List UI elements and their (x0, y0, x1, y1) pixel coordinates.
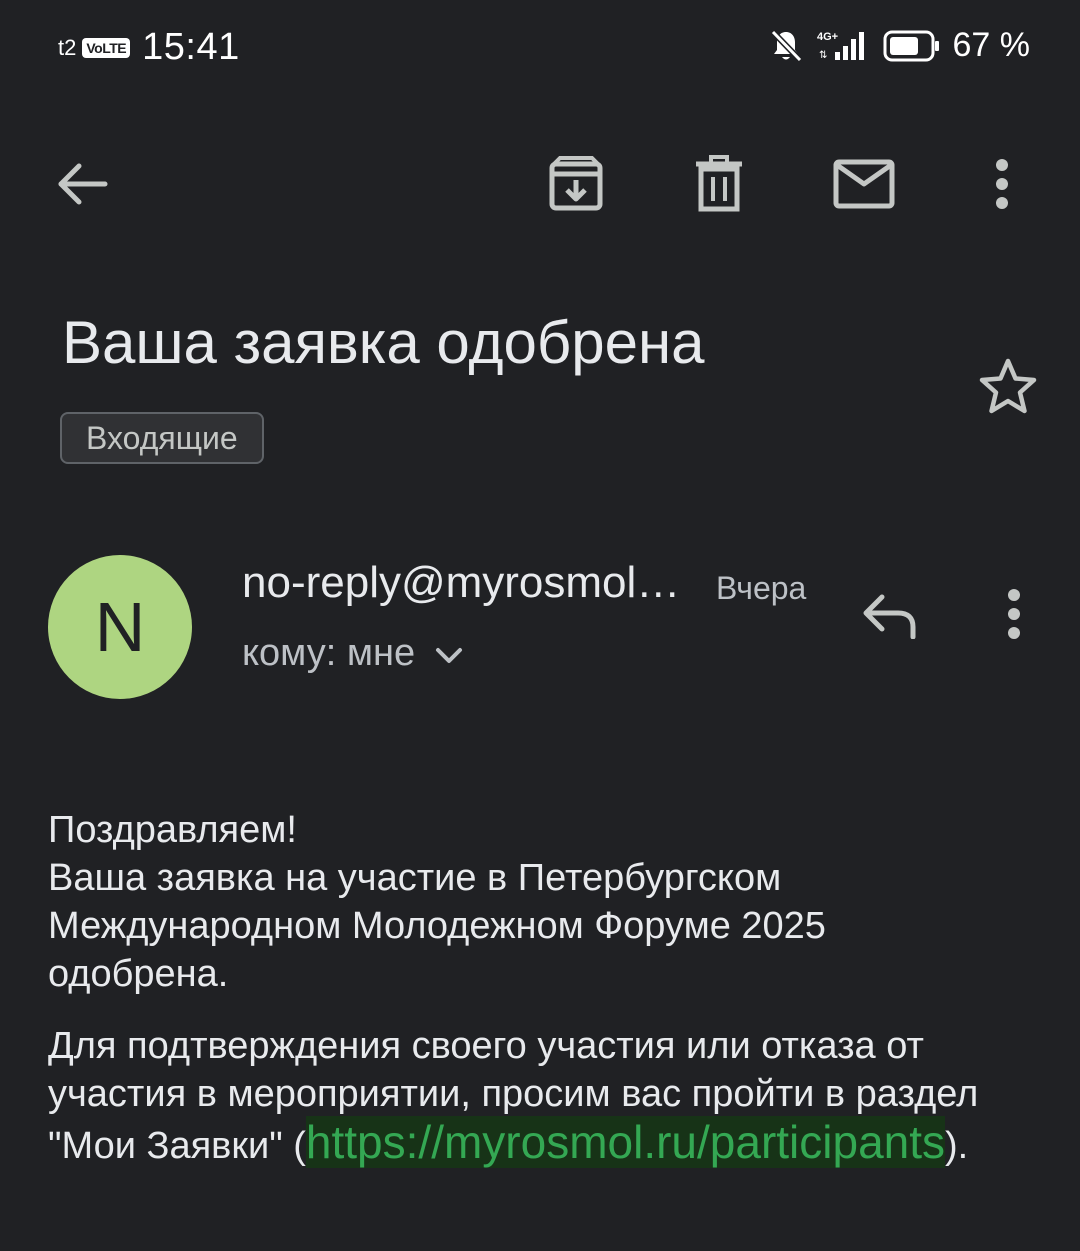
body-greeting: Поздравляем! (48, 809, 297, 851)
email-toolbar (0, 130, 1080, 240)
more-options-button[interactable] (962, 146, 1042, 226)
status-left: t2 VoLTE 15:41 (58, 26, 240, 69)
mark-unread-button[interactable] (824, 146, 904, 226)
sender-address[interactable]: no-reply@myrosmol… (242, 558, 680, 608)
star-button[interactable] (972, 352, 1044, 424)
status-right: 4G+ ⇅ 67 % (769, 26, 1031, 65)
body-instructions-end: ). (945, 1125, 969, 1167)
body-approval-text: Ваша заявка на участие в Петербургском М… (48, 857, 826, 995)
clock: 15:41 (142, 26, 240, 68)
volte-badge: VoLTE (82, 37, 131, 58)
message-more-button[interactable] (976, 576, 1052, 656)
avatar[interactable]: N (48, 555, 192, 699)
bell-off-icon (769, 28, 803, 64)
back-button[interactable] (42, 146, 122, 226)
battery-percent: 67 % (952, 26, 1031, 64)
participants-link[interactable]: https://myrosmol.ru/participants (305, 1116, 946, 1168)
carrier-name: t2 (58, 34, 77, 60)
more-vert-icon (1007, 588, 1021, 645)
reply-icon (862, 593, 918, 644)
inbox-label-chip[interactable]: Входящие (60, 412, 264, 464)
chevron-down-icon (435, 632, 463, 675)
reply-button[interactable] (850, 578, 930, 658)
archive-icon (548, 155, 604, 217)
arrow-back-icon (55, 162, 109, 211)
message-date: Вчера (716, 570, 807, 606)
recipient-details-toggle[interactable]: кому: мне (242, 632, 463, 675)
svg-text:⇅: ⇅ (819, 50, 827, 61)
more-vert-icon (995, 158, 1009, 215)
email-subject: Ваша заявка одобрена (62, 309, 705, 376)
svg-text:4G+: 4G+ (817, 31, 838, 43)
signal-4g-icon: 4G+ ⇅ (817, 28, 869, 64)
email-body: Поздравляем! Ваша заявка на участие в Пе… (48, 806, 1048, 1170)
delete-button[interactable] (679, 146, 759, 226)
mail-icon (833, 159, 895, 214)
archive-button[interactable] (536, 146, 616, 226)
trash-icon (694, 154, 744, 218)
status-bar: t2 VoLTE 15:41 4G+ ⇅ 67 % (0, 0, 1080, 92)
body-instructions: Для подтверждения своего участия или отк… (48, 1022, 1038, 1170)
star-outline-icon (977, 357, 1039, 420)
battery-icon (883, 29, 941, 63)
recipient-label: кому: мне (242, 632, 416, 674)
